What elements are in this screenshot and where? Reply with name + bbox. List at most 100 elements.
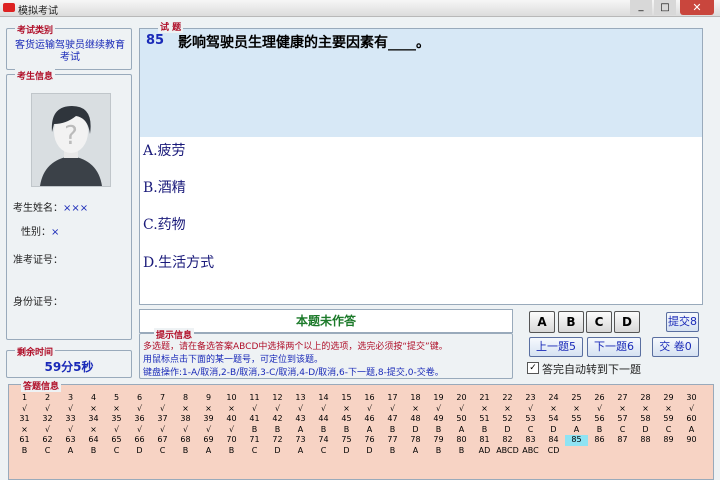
question-number-cell[interactable]: 5 xyxy=(105,393,128,404)
question-number-cell[interactable]: 75 xyxy=(335,435,358,446)
question-number-cell[interactable]: 14 xyxy=(312,393,335,404)
question-number-cell[interactable]: 10 xyxy=(220,393,243,404)
question-number-cell[interactable]: 13 xyxy=(289,393,312,404)
question-number-cell[interactable]: 73 xyxy=(289,435,312,446)
question-number-cell[interactable]: 16 xyxy=(358,393,381,404)
question-number-cell[interactable]: 2 xyxy=(36,393,59,404)
question-number-cell[interactable]: 52 xyxy=(496,414,519,425)
question-number-cell[interactable]: 62 xyxy=(36,435,59,446)
question-number-cell[interactable]: 4 xyxy=(82,393,105,404)
question-number-cell[interactable]: 89 xyxy=(657,435,680,446)
question-number-cell[interactable]: 33 xyxy=(59,414,82,425)
question-number-cell[interactable]: 74 xyxy=(312,435,335,446)
question-number-cell[interactable]: 79 xyxy=(427,435,450,446)
option-a[interactable]: A.疲劳 xyxy=(143,140,186,160)
question-number-cell[interactable]: 78 xyxy=(404,435,427,446)
question-number-cell[interactable]: 43 xyxy=(289,414,312,425)
question-number-cell[interactable]: 7 xyxy=(151,393,174,404)
question-number-cell[interactable]: 61 xyxy=(13,435,36,446)
question-number-cell[interactable]: 87 xyxy=(611,435,634,446)
question-number-cell[interactable]: 36 xyxy=(128,414,151,425)
question-number-cell[interactable]: 28 xyxy=(634,393,657,404)
question-number-cell[interactable]: 80 xyxy=(450,435,473,446)
question-number-cell[interactable]: 26 xyxy=(588,393,611,404)
minimize-button[interactable]: _ xyxy=(630,0,652,15)
maximize-button[interactable]: □ xyxy=(654,0,676,15)
question-number-cell[interactable]: 27 xyxy=(611,393,634,404)
question-number-cell[interactable]: 65 xyxy=(105,435,128,446)
question-number-cell[interactable]: 86 xyxy=(588,435,611,446)
close-button[interactable]: ✕ xyxy=(680,0,714,15)
question-number-cell[interactable]: 39 xyxy=(197,414,220,425)
question-number-cell[interactable]: 45 xyxy=(335,414,358,425)
question-number-cell[interactable]: 24 xyxy=(542,393,565,404)
question-number-cell[interactable]: 64 xyxy=(82,435,105,446)
question-number-cell[interactable]: 67 xyxy=(151,435,174,446)
question-number-cell[interactable]: 90 xyxy=(680,435,703,446)
question-number-cell[interactable]: 3 xyxy=(59,393,82,404)
question-number-cell[interactable]: 41 xyxy=(243,414,266,425)
question-number-cell[interactable]: 70 xyxy=(220,435,243,446)
question-number-cell[interactable]: 54 xyxy=(542,414,565,425)
question-number-cell[interactable]: 81 xyxy=(473,435,496,446)
question-number-cell[interactable]: 58 xyxy=(634,414,657,425)
question-number-cell[interactable]: 30 xyxy=(680,393,703,404)
question-number-cell[interactable]: 25 xyxy=(565,393,588,404)
question-number-cell[interactable]: 56 xyxy=(588,414,611,425)
question-number-cell[interactable]: 88 xyxy=(634,435,657,446)
question-number-cell[interactable]: 19 xyxy=(427,393,450,404)
question-number-cell[interactable]: 38 xyxy=(174,414,197,425)
question-number-cell[interactable]: 17 xyxy=(381,393,404,404)
question-number-cell[interactable]: 6 xyxy=(128,393,151,404)
question-number-cell[interactable]: 83 xyxy=(519,435,542,446)
answer-b-button[interactable]: B xyxy=(558,311,584,333)
hand-in-button[interactable]: 交 卷0 xyxy=(652,337,699,357)
question-number-cell[interactable]: 51 xyxy=(473,414,496,425)
question-number-cell[interactable]: 82 xyxy=(496,435,519,446)
answer-a-button[interactable]: A xyxy=(529,311,555,333)
next-question-button[interactable]: 下一题6 xyxy=(587,337,641,357)
question-number-cell[interactable]: 31 xyxy=(13,414,36,425)
question-number-cell[interactable]: 29 xyxy=(657,393,680,404)
question-number-cell[interactable]: 44 xyxy=(312,414,335,425)
question-number-cell[interactable]: 59 xyxy=(657,414,680,425)
question-number-cell[interactable]: 63 xyxy=(59,435,82,446)
option-c[interactable]: C.药物 xyxy=(143,214,186,234)
question-number-cell[interactable]: 35 xyxy=(105,414,128,425)
question-number-cell[interactable]: 42 xyxy=(266,414,289,425)
question-number-cell[interactable]: 37 xyxy=(151,414,174,425)
question-number-cell[interactable]: 46 xyxy=(358,414,381,425)
question-number-cell[interactable]: 69 xyxy=(197,435,220,446)
question-number-cell[interactable]: 12 xyxy=(266,393,289,404)
question-number-cell[interactable]: 11 xyxy=(243,393,266,404)
question-number-cell[interactable]: 15 xyxy=(335,393,358,404)
question-number-cell[interactable]: 32 xyxy=(36,414,59,425)
question-number-cell[interactable]: 66 xyxy=(128,435,151,446)
auto-next-checkbox[interactable]: ✓ xyxy=(527,362,539,374)
question-number-cell[interactable]: 53 xyxy=(519,414,542,425)
submit-button[interactable]: 提交8 xyxy=(666,312,699,332)
answer-c-button[interactable]: C xyxy=(586,311,612,333)
question-number-cell[interactable]: 68 xyxy=(174,435,197,446)
question-number-cell[interactable]: 8 xyxy=(174,393,197,404)
question-number-cell[interactable]: 48 xyxy=(404,414,427,425)
option-b[interactable]: B.酒精 xyxy=(143,177,186,197)
question-number-cell[interactable]: 9 xyxy=(197,393,220,404)
question-number-cell[interactable]: 72 xyxy=(266,435,289,446)
answer-d-button[interactable]: D xyxy=(614,311,640,333)
option-d[interactable]: D.生活方式 xyxy=(143,252,214,272)
question-number-cell[interactable]: 49 xyxy=(427,414,450,425)
question-number-cell[interactable]: 20 xyxy=(450,393,473,404)
question-number-cell[interactable]: 55 xyxy=(565,414,588,425)
question-number-cell[interactable]: 71 xyxy=(243,435,266,446)
question-number-cell[interactable]: 57 xyxy=(611,414,634,425)
question-number-cell[interactable]: 23 xyxy=(519,393,542,404)
question-number-cell[interactable]: 76 xyxy=(358,435,381,446)
question-number-cell[interactable]: 1 xyxy=(13,393,36,404)
question-number-cell[interactable]: 34 xyxy=(82,414,105,425)
question-number-cell[interactable]: 22 xyxy=(496,393,519,404)
question-number-cell[interactable]: 60 xyxy=(680,414,703,425)
question-number-cell[interactable]: 18 xyxy=(404,393,427,404)
question-number-cell[interactable]: 85 xyxy=(565,435,588,446)
question-number-cell[interactable]: 84 xyxy=(542,435,565,446)
